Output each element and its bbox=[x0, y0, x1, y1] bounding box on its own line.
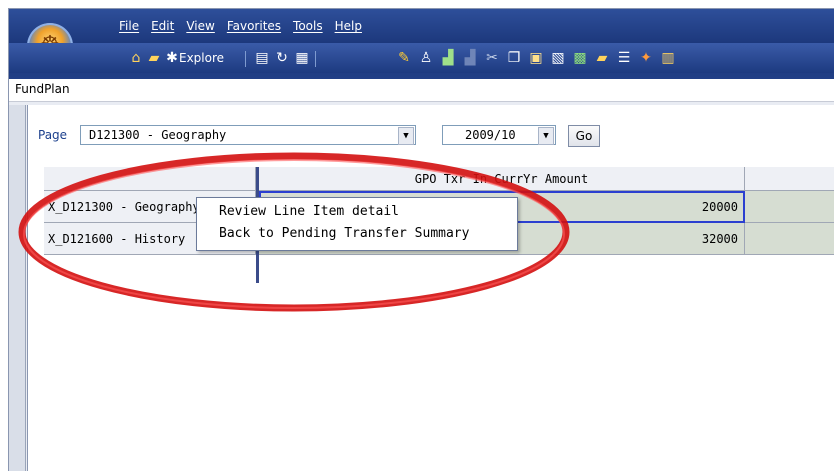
pin-icon[interactable]: ✦ bbox=[637, 49, 655, 67]
menu-favorites[interactable]: Favorites bbox=[227, 19, 281, 37]
column-header-extra[interactable] bbox=[745, 167, 834, 191]
menu-edit[interactable]: Edit bbox=[151, 19, 174, 37]
explore-button[interactable]: Explore bbox=[179, 49, 224, 67]
folder-icon[interactable]: ▰ bbox=[593, 49, 611, 67]
chevron-down-icon[interactable]: ▼ bbox=[538, 127, 554, 145]
page-label: Page bbox=[38, 128, 68, 142]
data-cell-empty[interactable] bbox=[745, 191, 834, 223]
save-icon[interactable]: ▤ bbox=[253, 49, 271, 67]
year-select[interactable]: 2009/10 ▼ bbox=[442, 125, 556, 145]
refresh-icon[interactable]: ↻ bbox=[273, 49, 291, 67]
page-select[interactable]: D121300 - Geography ▼ bbox=[80, 125, 416, 145]
chart-icon[interactable]: ▟ bbox=[439, 49, 457, 67]
folder-open-icon[interactable]: ▰ bbox=[145, 49, 163, 67]
home-icon[interactable]: ⌂ bbox=[127, 49, 145, 67]
red-annotation-ellipse bbox=[18, 152, 570, 312]
toolbar: ⌂ ▰ ✱ Explore ▤ ↻ ▦ ✎ ♙ ▟ ▟ ✂ ❐ ▣ ▧ ▩ ▰ … bbox=[9, 43, 834, 73]
menu-view[interactable]: View bbox=[186, 19, 214, 37]
copy-icon[interactable]: ❐ bbox=[505, 49, 523, 67]
paste-icon[interactable]: ▣ bbox=[527, 49, 545, 67]
menu-tools[interactable]: Tools bbox=[293, 19, 323, 37]
toolbar-separator bbox=[315, 51, 316, 67]
menu-file[interactable]: File bbox=[119, 19, 139, 37]
toolbar-separator bbox=[245, 51, 246, 67]
data-cell-empty[interactable] bbox=[745, 223, 834, 255]
print-icon[interactable]: ▦ bbox=[293, 49, 311, 67]
layout-icon[interactable]: ▥ bbox=[659, 49, 677, 67]
spellcheck-icon[interactable]: ▧ bbox=[549, 49, 567, 67]
menu-bar: File Edit View Favorites Tools Help bbox=[119, 19, 362, 37]
list-icon[interactable]: ☰ bbox=[615, 49, 633, 67]
chart-disabled-icon: ▟ bbox=[464, 50, 476, 66]
breadcrumb: FundPlan bbox=[9, 79, 834, 102]
breadcrumb-label: FundPlan bbox=[15, 82, 70, 96]
go-button[interactable]: Go bbox=[568, 125, 600, 147]
menu-help[interactable]: Help bbox=[335, 19, 362, 37]
chevron-down-icon[interactable]: ▼ bbox=[398, 127, 414, 145]
scissors-icon[interactable]: ✂ bbox=[483, 49, 501, 67]
page-select-value: D121300 - Geography bbox=[89, 128, 227, 142]
title-bar: ☸ File Edit View Favorites Tools Help ⌂ … bbox=[9, 9, 834, 79]
year-select-value: 2009/10 bbox=[465, 128, 516, 142]
user-icon[interactable]: ♙ bbox=[417, 49, 435, 67]
grid-icon[interactable]: ▩ bbox=[571, 49, 589, 67]
pencil-icon[interactable]: ✎ bbox=[395, 49, 413, 67]
